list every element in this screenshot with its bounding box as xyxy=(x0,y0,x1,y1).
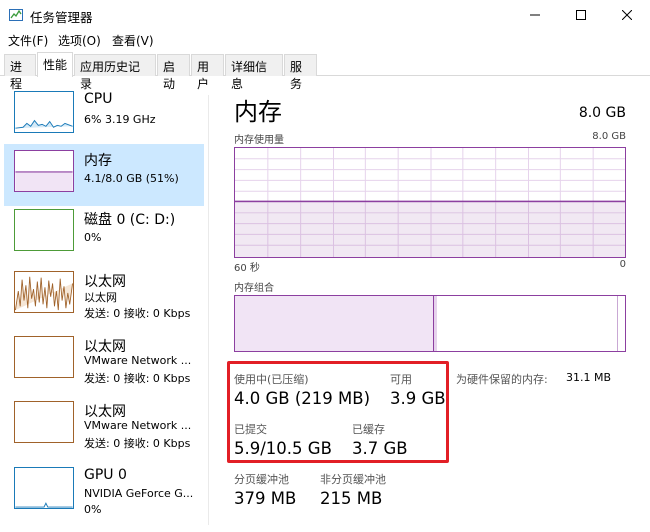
graph-time-start: 60 秒 xyxy=(234,263,260,274)
sidebar-cpu-name: CPU xyxy=(84,91,113,107)
maximize-button[interactable] xyxy=(558,0,604,30)
gpu-graph-icon xyxy=(14,467,74,509)
sidebar-item-ethernet-1[interactable]: 以太网 以太网 发送: 0 接收: 0 Kbps xyxy=(4,265,204,327)
minimize-button[interactable] xyxy=(512,0,558,30)
memory-graph-icon xyxy=(14,150,74,192)
nonpaged-pool-value: 215 MB xyxy=(320,489,383,508)
maximize-icon xyxy=(576,10,586,20)
sidebar-disk-usage: 0% xyxy=(84,231,102,244)
hardware-reserved-label: 为硬件保留的内存: xyxy=(456,373,548,386)
sidebar-item-ethernet-3[interactable]: 以太网 VMware Network ... 发送: 0 接收: 0 Kbps xyxy=(4,395,204,457)
graph-time-end: 0 xyxy=(619,259,626,270)
page-title: 内存 xyxy=(234,98,282,126)
menu-file[interactable]: 文件(F) xyxy=(8,32,48,49)
total-memory: 8.0 GB xyxy=(578,105,626,121)
hardware-reserved-value: 31.1 MB xyxy=(566,371,612,384)
paged-pool-value: 379 MB xyxy=(234,489,297,508)
window-title: 任务管理器 xyxy=(30,10,93,25)
menu-view[interactable]: 查看(V) xyxy=(112,32,154,49)
resource-sidebar: CPU 6% 3.19 GHz 内存 4.1/8.0 GB (51%) 磁盘 0… xyxy=(0,77,210,532)
ethernet-graph-icon xyxy=(14,271,74,313)
menu-options[interactable]: 选项(O) xyxy=(58,32,101,49)
sidebar-item-ethernet-2[interactable]: 以太网 VMware Network ... 发送: 0 接收: 0 Kbps xyxy=(4,330,204,392)
close-icon xyxy=(622,10,632,20)
minimize-icon xyxy=(530,14,540,16)
composition-modified xyxy=(434,296,437,351)
composition-in-use xyxy=(235,296,434,351)
close-button[interactable] xyxy=(604,0,650,30)
cpu-graph-icon xyxy=(14,91,74,133)
tab-services[interactable]: 服务 xyxy=(284,54,317,91)
disk-graph-icon xyxy=(14,209,74,251)
sidebar-ethernet-3-adapter: VMware Network ... xyxy=(84,419,192,432)
memory-composition-bar xyxy=(234,295,626,352)
memory-detail-panel: 内存 8.0 GB 内存使用量 8.0 GB 60 秒 0 内存组合 使用中(已… xyxy=(220,77,650,532)
tab-startup[interactable]: 启动 xyxy=(157,54,190,91)
sidebar-memory-usage: 4.1/8.0 GB (51%) xyxy=(84,172,179,185)
usage-graph-label: 内存使用量 xyxy=(234,135,284,146)
sidebar-gpu-usage: 0% xyxy=(84,503,102,516)
task-manager-icon xyxy=(9,9,23,21)
panel-divider xyxy=(208,95,209,525)
tab-details[interactable]: 详细信息 xyxy=(225,54,283,91)
tab-processes[interactable]: 进程 xyxy=(4,54,36,91)
sidebar-gpu-model: NVIDIA GeForce G... xyxy=(84,487,194,500)
sidebar-ethernet-3-throughput: 发送: 0 接收: 0 Kbps xyxy=(84,437,191,450)
memory-usage-graph xyxy=(234,147,626,258)
tab-strip: 进程 性能 应用历史记录 启动 用户 详细信息 服务 xyxy=(0,52,650,91)
sidebar-item-cpu[interactable]: CPU 6% 3.19 GHz xyxy=(4,85,204,147)
tab-users[interactable]: 用户 xyxy=(191,54,224,91)
tab-performance[interactable]: 性能 xyxy=(37,52,73,77)
sidebar-memory-name: 内存 xyxy=(84,153,112,169)
sidebar-ethernet-2-throughput: 发送: 0 接收: 0 Kbps xyxy=(84,372,191,385)
sidebar-item-memory[interactable]: 内存 4.1/8.0 GB (51%) xyxy=(4,144,204,206)
composition-label: 内存组合 xyxy=(234,283,274,294)
memory-usage-area xyxy=(235,201,625,257)
sidebar-ethernet-2-adapter: VMware Network ... xyxy=(84,354,192,367)
sidebar-disk-name: 磁盘 0 (C: D:) xyxy=(84,212,176,228)
title-bar: 任务管理器 xyxy=(0,0,650,30)
ethernet-graph-icon xyxy=(14,336,74,378)
menu-bar: 文件(F) 选项(O) 查看(V) xyxy=(0,30,650,50)
sidebar-ethernet-1-name: 以太网 xyxy=(84,274,126,290)
paged-pool-label: 分页缓冲池 xyxy=(234,473,289,486)
sidebar-ethernet-3-name: 以太网 xyxy=(84,404,126,420)
nonpaged-pool-label: 非分页缓冲池 xyxy=(320,473,386,486)
highlight-box xyxy=(227,361,449,463)
sidebar-item-disk[interactable]: 磁盘 0 (C: D:) 0% xyxy=(4,203,204,265)
sidebar-cpu-usage: 6% 3.19 GHz xyxy=(84,113,156,126)
sidebar-gpu-name: GPU 0 xyxy=(84,467,127,483)
sidebar-ethernet-1-adapter: 以太网 xyxy=(84,291,117,304)
ethernet-graph-icon xyxy=(14,401,74,443)
sidebar-ethernet-2-name: 以太网 xyxy=(84,339,126,355)
composition-free xyxy=(617,296,620,351)
usage-graph-max: 8.0 GB xyxy=(592,131,626,142)
sidebar-item-gpu[interactable]: GPU 0 NVIDIA GeForce G... 0% xyxy=(4,461,204,527)
sidebar-ethernet-1-throughput: 发送: 0 接收: 0 Kbps xyxy=(84,307,191,320)
tab-app-history[interactable]: 应用历史记录 xyxy=(74,54,156,91)
